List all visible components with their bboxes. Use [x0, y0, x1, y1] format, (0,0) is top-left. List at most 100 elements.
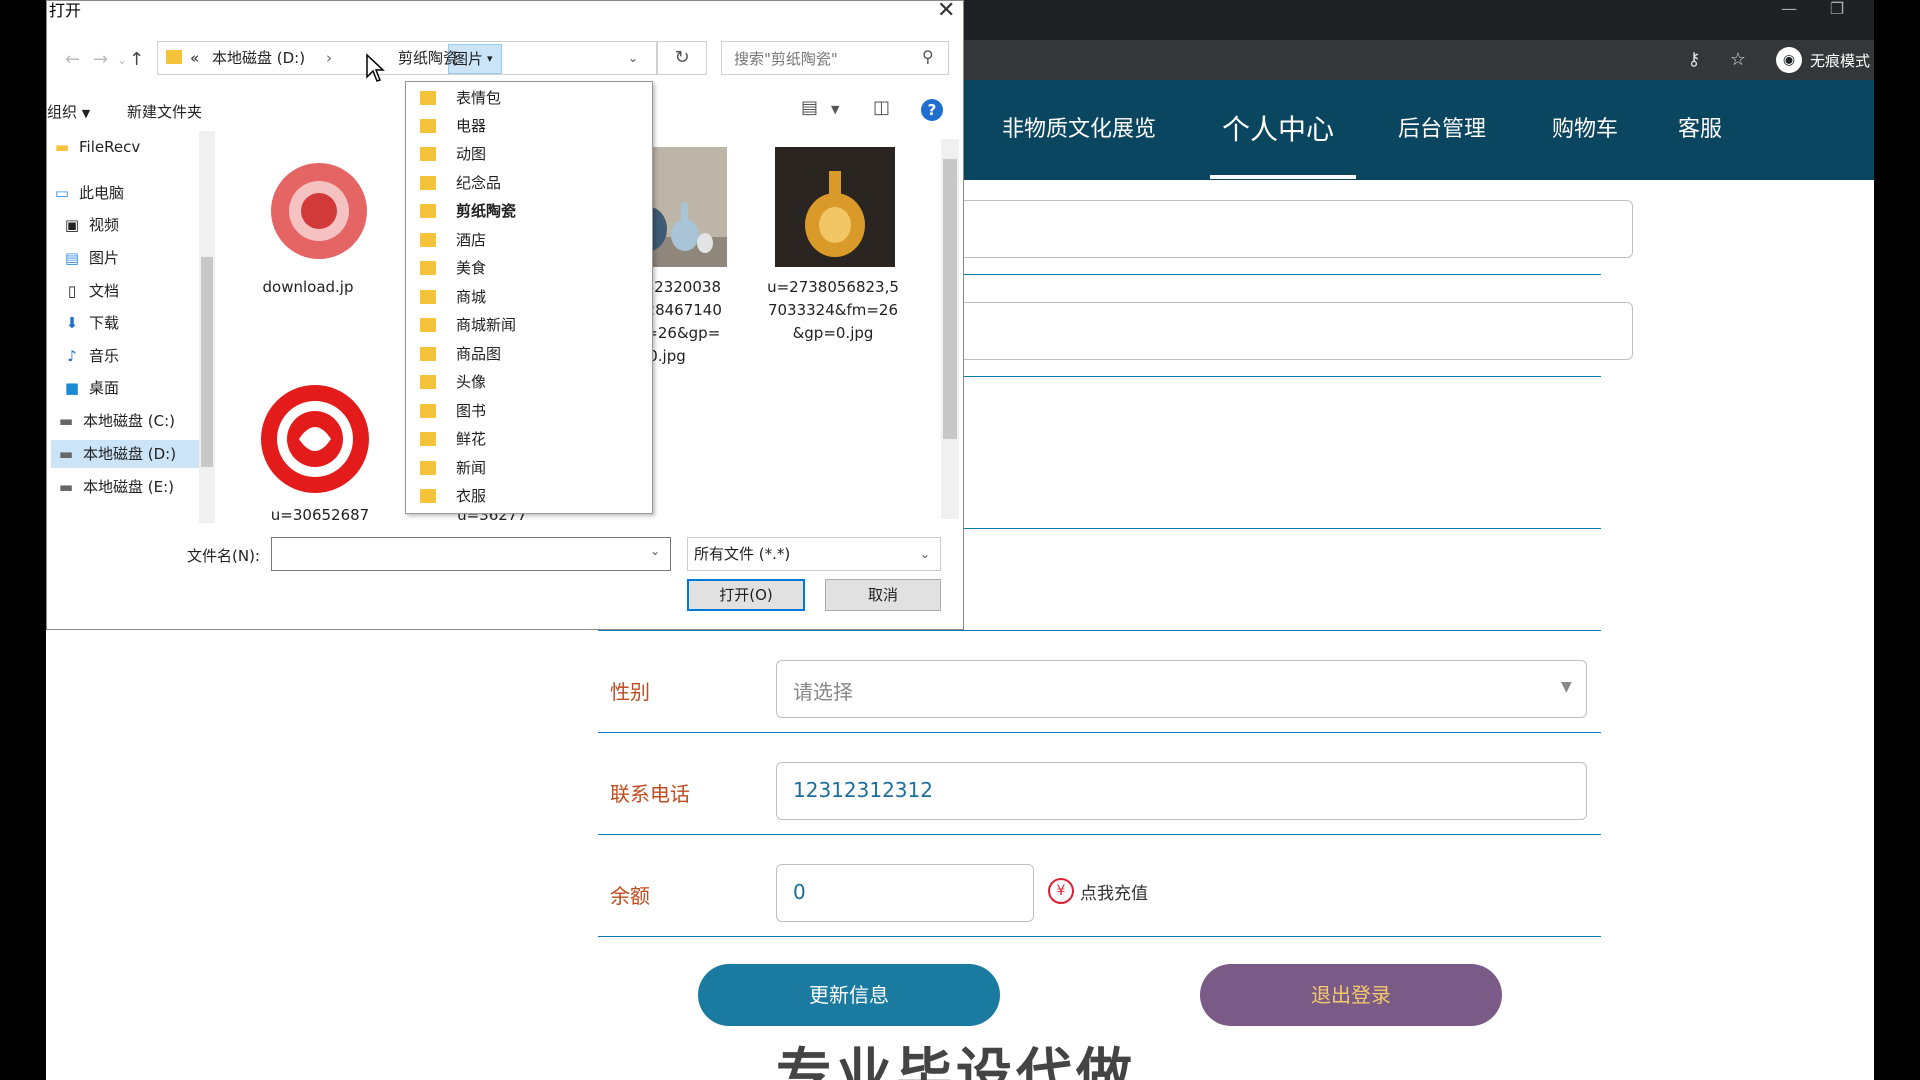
filename-input[interactable]: ⌄: [271, 537, 671, 571]
folder-option[interactable]: 美食: [406, 254, 652, 282]
logout-button[interactable]: 退出登录: [1200, 964, 1502, 1026]
nav-pane-item[interactable]: ▤ 图片: [57, 244, 217, 272]
folder-option[interactable]: 商城新闻: [406, 311, 652, 339]
view-options-icon[interactable]: ▤: [801, 97, 818, 118]
update-info-button[interactable]: 更新信息: [698, 964, 1000, 1026]
folder-icon: [420, 375, 436, 389]
folder-icon: [420, 261, 436, 275]
folder-icon: ▬: [54, 138, 70, 156]
nav-pane-item[interactable]: ▬ 本地磁盘 (E:): [51, 473, 211, 501]
nav-service[interactable]: 客服: [1678, 80, 1722, 180]
folder-option[interactable]: 酒店: [406, 226, 652, 254]
filetype-select[interactable]: 所有文件 (*.*) ⌄: [687, 537, 941, 571]
chevron-down-icon[interactable]: ▼: [831, 103, 839, 116]
folder-option[interactable]: 电器: [406, 112, 652, 140]
phone-input[interactable]: 12312312312: [776, 762, 1587, 820]
breadcrumb-chevron-icon: ›: [326, 49, 332, 67]
folder-option[interactable]: 新闻: [406, 454, 652, 482]
up-arrow-icon[interactable]: ↑: [129, 49, 144, 70]
drive-icon: ▬: [58, 412, 74, 430]
folder-option[interactable]: 图书: [406, 397, 652, 425]
gender-placeholder: 请选择: [793, 680, 853, 704]
folder-option[interactable]: 衣服: [406, 482, 652, 510]
nav-personal-center[interactable]: 个人中心: [1222, 80, 1334, 180]
file-list-scrollbar[interactable]: [941, 139, 959, 519]
nav-pane-item[interactable]: ⬇ 下载: [57, 309, 217, 337]
nav-pane-item[interactable]: ▭ 此电脑: [47, 179, 207, 207]
chevron-down-icon[interactable]: ⌄: [628, 42, 638, 74]
chevron-down-icon[interactable]: ▾: [487, 45, 493, 73]
file-thumbnail[interactable]: [255, 379, 375, 499]
file-name: u=30652687: [270, 506, 370, 524]
new-folder-button[interactable]: 新建文件夹: [127, 101, 202, 122]
open-button[interactable]: 打开(O): [687, 579, 805, 611]
refresh-icon[interactable]: ↻: [657, 41, 707, 75]
chevron-down-icon[interactable]: ⌄: [650, 544, 660, 558]
file-thumbnail[interactable]: [775, 147, 895, 267]
back-arrow-icon[interactable]: ←: [65, 49, 80, 70]
minimize-icon[interactable]: —: [1766, 0, 1812, 40]
folder-option[interactable]: 动图: [406, 140, 652, 168]
address-subfolder[interactable]: 剪纸陶瓷: [398, 42, 458, 74]
nav-pane-item[interactable]: ▬ FileRecv: [47, 133, 207, 161]
folder-option[interactable]: 纪念品: [406, 169, 652, 197]
nav-pane-label: FileRecv: [79, 138, 141, 156]
organize-menu[interactable]: 组织 ▼: [47, 101, 90, 122]
drive-icon: ▬: [58, 478, 74, 496]
help-icon[interactable]: ?: [921, 99, 943, 121]
nav-pane-item[interactable]: ♪ 音乐: [57, 342, 217, 370]
recent-chevron-icon[interactable]: ⌄: [117, 53, 127, 67]
scrollbar-thumb[interactable]: [201, 257, 213, 467]
folder-option[interactable]: 商城: [406, 283, 652, 311]
key-icon[interactable]: ⚷: [1680, 46, 1708, 74]
nav-pane-item[interactable]: ▬ 本地磁盘 (D:): [51, 440, 211, 468]
folder-icon: [420, 233, 436, 247]
folder-option[interactable]: 商品图: [406, 340, 652, 368]
restore-icon[interactable]: ❐: [1814, 0, 1860, 40]
address-bar[interactable]: « 本地磁盘 (D:) › 图片 ▾ 剪纸陶瓷 ⌄: [157, 41, 657, 75]
nav-pane-scrollbar[interactable]: [199, 131, 215, 523]
nav-pane-item[interactable]: ▯ 文档: [57, 277, 217, 305]
close-icon[interactable]: ✕: [937, 1, 955, 22]
forward-arrow-icon[interactable]: →: [93, 49, 108, 70]
address-prefix: «: [190, 49, 200, 67]
search-input[interactable]: [732, 47, 916, 71]
folder-option-current[interactable]: 剪纸陶瓷: [406, 197, 652, 225]
folder-option-label: 新闻: [456, 459, 487, 477]
nav-pane-item[interactable]: ▬ 本地磁盘 (C:): [51, 407, 211, 435]
nav-pane-item[interactable]: ■ 桌面: [57, 374, 217, 402]
folder-icon: [420, 318, 436, 332]
balance-input[interactable]: 0: [776, 864, 1034, 922]
nav-cart[interactable]: 购物车: [1552, 80, 1618, 180]
phone-label: 联系电话: [610, 782, 690, 806]
form-divider: [598, 936, 1601, 937]
gender-select[interactable]: 请选择 ▼: [776, 660, 1587, 718]
recharge-link[interactable]: ¥ 点我充值: [1048, 878, 1148, 904]
folder-icon: [420, 489, 436, 503]
bookmark-star-icon[interactable]: ☆: [1724, 46, 1752, 74]
search-box[interactable]: ⚲: [721, 41, 949, 75]
folder-icon: [420, 432, 436, 446]
file-thumbnail[interactable]: [259, 151, 379, 271]
folder-icon: [420, 176, 436, 190]
nav-pane-item[interactable]: ▣ 视频: [57, 211, 217, 239]
nav-pane-label: 图片: [89, 249, 120, 267]
scrollbar-thumb[interactable]: [943, 159, 957, 439]
folder-option[interactable]: 头像: [406, 368, 652, 396]
preview-pane-icon[interactable]: ◫: [873, 97, 890, 118]
folder-option-label: 鲜花: [456, 430, 487, 448]
folder-icon: [420, 404, 436, 418]
filename-label: 文件名(N):: [187, 547, 260, 565]
folder-option[interactable]: 鲜花: [406, 425, 652, 453]
folder-option-label: 图书: [456, 402, 487, 420]
nav-pane-label: 本地磁盘 (D:): [83, 445, 177, 463]
nav-exhibition[interactable]: 非物质文化展览: [1002, 80, 1156, 180]
folder-option[interactable]: 表情包: [406, 84, 652, 112]
folder-option-label: 表情包: [456, 89, 502, 107]
address-drive[interactable]: 本地磁盘 (D:): [212, 42, 305, 74]
cancel-button[interactable]: 取消: [825, 579, 941, 611]
footer-heading: 专业毕设代做: [776, 1043, 1136, 1080]
incognito-profile[interactable]: ◉ 无痕模式: [1776, 46, 1870, 74]
nav-admin[interactable]: 后台管理: [1398, 80, 1486, 180]
search-icon[interactable]: ⚲: [922, 47, 934, 66]
